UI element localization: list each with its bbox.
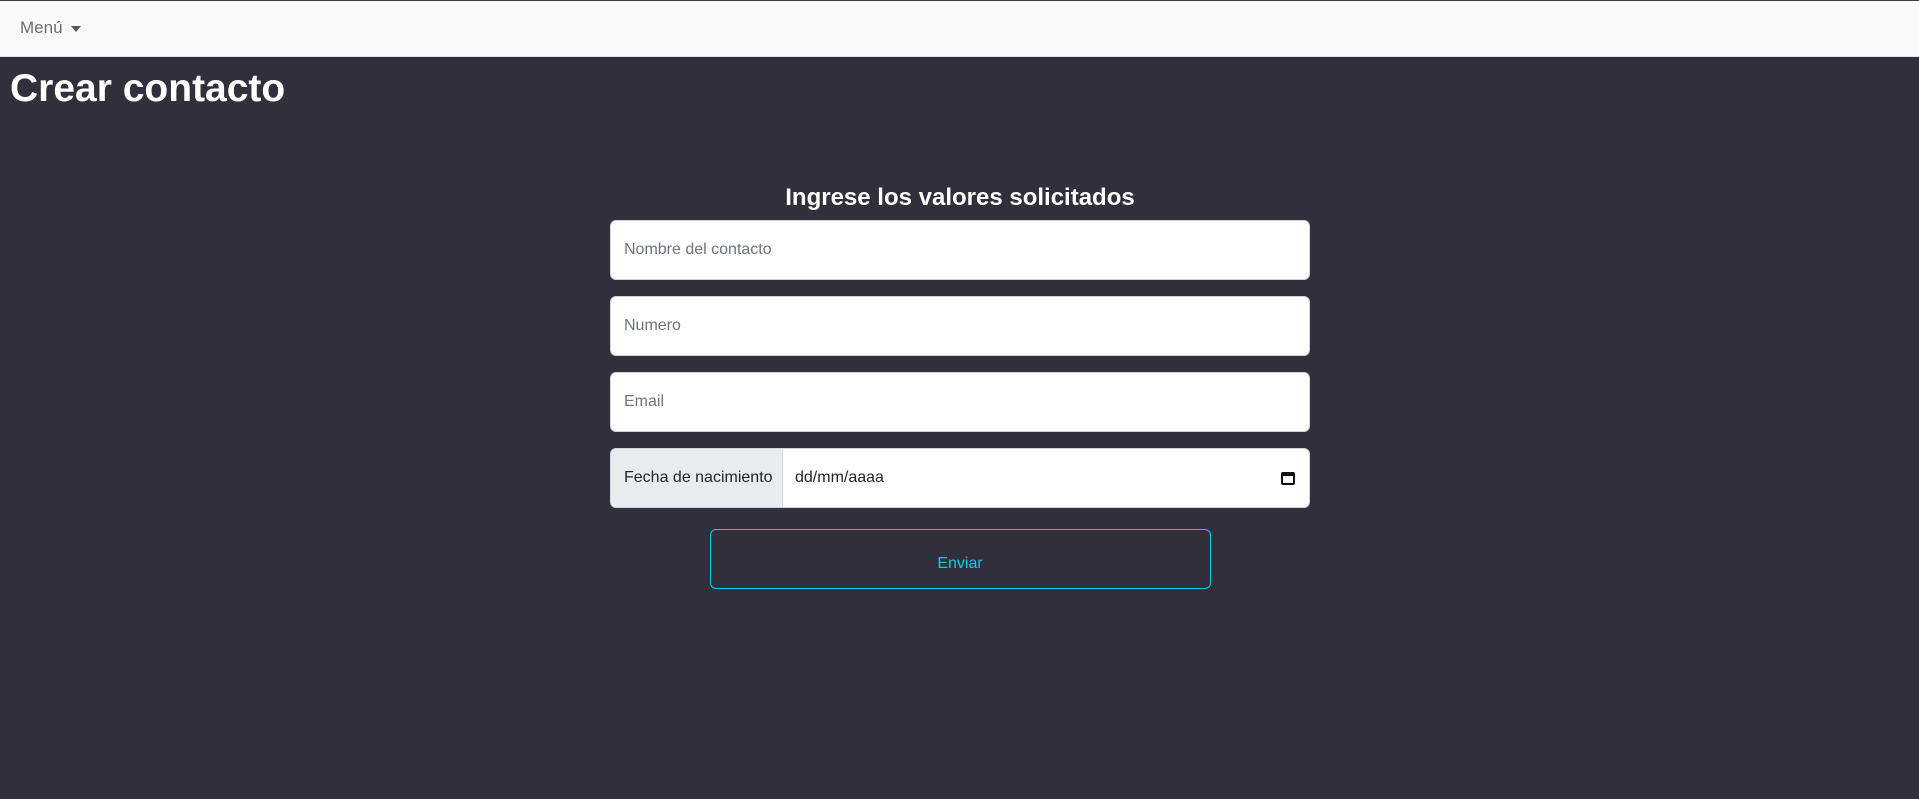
submit-button-label: Enviar xyxy=(937,554,983,572)
caret-down-icon xyxy=(70,26,81,32)
number-field-wrapper xyxy=(610,296,1310,356)
menu-dropdown-toggle[interactable]: Menú xyxy=(20,18,81,38)
form-heading: Ingrese los valores solicitados xyxy=(785,184,1135,211)
contact-name-input[interactable] xyxy=(611,221,1309,279)
birthdate-value: dd/mm/aaaa xyxy=(795,469,884,486)
birthdate-input-group: Fecha de nacimiento dd/mm/aaaa xyxy=(610,448,1310,508)
page-title: Crear contacto xyxy=(10,67,286,110)
email-field-wrapper xyxy=(610,372,1310,432)
navbar: Menú xyxy=(0,0,1919,57)
calendar-icon[interactable] xyxy=(1281,471,1295,485)
contact-form: Ingrese los valores solicitados Fecha de… xyxy=(610,180,1310,589)
name-field-wrapper xyxy=(610,220,1310,280)
contact-email-input[interactable] xyxy=(611,373,1309,431)
contact-number-input[interactable] xyxy=(611,297,1309,355)
menu-label: Menú xyxy=(20,18,63,37)
submit-button[interactable]: Enviar xyxy=(709,529,1211,589)
birthdate-label: Fecha de nacimiento xyxy=(611,449,783,507)
birthdate-input[interactable]: dd/mm/aaaa xyxy=(783,449,1309,507)
